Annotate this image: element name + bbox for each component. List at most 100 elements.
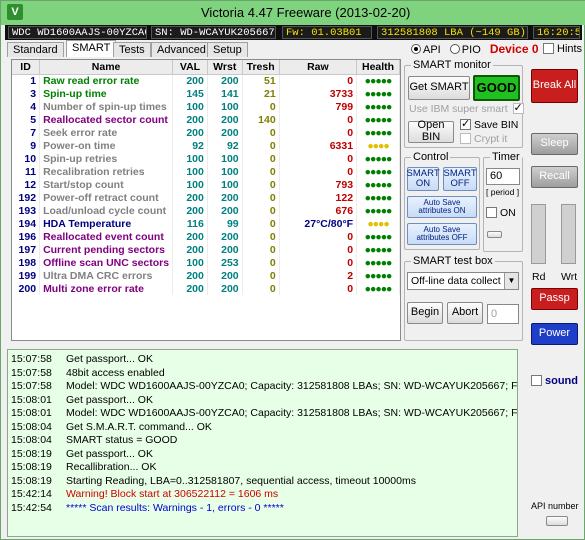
break-all-button[interactable]: Break All: [531, 69, 578, 103]
log-line: 15:08:19 Recallibration... OK: [8, 461, 517, 475]
cell-name: Reallocated event count: [39, 230, 174, 243]
passp-button[interactable]: Passp: [531, 288, 578, 310]
api-radio[interactable]: API: [411, 44, 441, 56]
smart-monitor-legend: SMART monitor: [411, 59, 493, 71]
get-smart-button[interactable]: Get SMART: [408, 76, 470, 100]
table-row[interactable]: 7 Seek error rate 200 200 0 0 ●●●●●: [12, 126, 400, 139]
cell-raw: 6331: [279, 139, 358, 152]
cell-raw: 0: [279, 126, 358, 139]
tab-tests[interactable]: Tests: [113, 42, 151, 57]
cell-tresh: 0: [242, 256, 280, 269]
read-label: Rd: [532, 271, 546, 283]
smart-off-button[interactable]: SMART OFF: [443, 167, 477, 191]
table-row[interactable]: 9 Power-on time 92 92 0 6331 ●●●●: [12, 139, 400, 152]
sound-checkbox[interactable]: sound: [531, 375, 578, 387]
api-number-label: API number: [531, 501, 579, 511]
log-message: Model: WDC WD1600AAJS-00YZCA0; Capacity:…: [66, 380, 518, 392]
cell-wrst: 92: [207, 139, 243, 152]
tab-standard[interactable]: Standard: [7, 42, 64, 57]
smart-attributes-table[interactable]: ID Name VAL Wrst Tresh Raw Health 1 Raw r…: [11, 59, 401, 341]
table-row[interactable]: 200 Multi zone error rate 200 200 0 0 ●●●●●: [12, 282, 400, 295]
open-bin-button[interactable]: Open BIN: [408, 120, 454, 143]
log-time: 15:07:58: [11, 366, 52, 379]
log-line: 15:08:01 Get passport... OK: [8, 394, 517, 408]
pio-radio[interactable]: PIO: [449, 44, 481, 56]
tab-advanced[interactable]: Advanced: [151, 42, 212, 57]
autosave-on-button[interactable]: Auto Save attributes ON: [407, 196, 477, 218]
crypt-it-check-icon: [460, 133, 471, 144]
cell-health: ●●●●: [356, 217, 400, 230]
cell-tresh: 140: [242, 113, 280, 126]
table-row[interactable]: 192 Power-off retract count 200 200 0 122 ●●●●…: [12, 191, 400, 204]
cell-wrst: 200: [207, 282, 243, 295]
smart-on-button[interactable]: SMART ON: [407, 167, 440, 191]
table-row[interactable]: 198 Offline scan UNC sectors 100 253 0 0 ●●●●●: [12, 256, 400, 269]
timer-slider-handle[interactable]: [487, 231, 502, 238]
api-number-slider-handle[interactable]: [546, 516, 568, 526]
use-ibm-checkbox[interactable]: Use IBM super smart: [409, 101, 527, 115]
window-title: Victoria 4.47 Freeware (2013-02-20): [201, 5, 411, 20]
log-lines: 15:07:58 Get passport... OK 15:07:58 48bit …: [8, 350, 517, 515]
cell-id: 193: [12, 204, 41, 217]
pio-radio-icon: [449, 44, 460, 54]
col-header-wrst: Wrst: [207, 60, 243, 75]
abort-test-button[interactable]: Abort: [447, 302, 483, 324]
log-message: Get passport... OK: [66, 393, 153, 406]
timer-on-checkbox[interactable]: ON: [486, 207, 516, 219]
save-bin-checkbox[interactable]: Save BIN: [460, 117, 518, 131]
timer-legend: Timer: [490, 151, 522, 163]
table-row[interactable]: 193 Load/unload cycle count 200 200 0 676 ●●●●…: [12, 204, 400, 217]
table-row[interactable]: 5 Reallocated sector count 200 200 140 0 ●●●●●: [12, 113, 400, 126]
table-row[interactable]: 1 Raw read error rate 200 200 51 0 ●●●●●: [12, 74, 400, 87]
cell-wrst: 99: [207, 217, 243, 230]
tab-setup[interactable]: Setup: [207, 42, 248, 57]
title-bar[interactable]: V Victoria 4.47 Freeware (2013-02-20): [1, 1, 585, 25]
test-type-select[interactable]: Off-line data collect ▼: [407, 272, 519, 290]
col-header-val: VAL: [172, 60, 208, 75]
cell-tresh: 0: [242, 178, 280, 191]
autosave-off-button[interactable]: Auto Save attributes OFF: [407, 223, 477, 245]
sleep-button[interactable]: Sleep: [531, 133, 578, 155]
event-log[interactable]: 15:07:58 Get passport... OK 15:07:58 48bit …: [7, 349, 518, 537]
cell-health: ●●●●●: [356, 87, 400, 100]
cell-id: 197: [12, 243, 41, 256]
table-row[interactable]: 199 Ultra DMA CRC errors 200 200 0 2 ●●●●●: [12, 269, 400, 282]
table-row[interactable]: 11 Recalibration retries 100 100 0 0 ●●●●●: [12, 165, 400, 178]
table-row[interactable]: 3 Spin-up time 145 141 21 3733 ●●●●●: [12, 87, 400, 100]
cell-raw: 0: [279, 113, 358, 126]
table-row[interactable]: 10 Spin-up retries 100 100 0 0 ●●●●●: [12, 152, 400, 165]
cell-tresh: 0: [242, 217, 280, 230]
hints-checkbox[interactable]: Hints: [543, 43, 582, 55]
cell-health: ●●●●●: [356, 191, 400, 204]
cell-tresh: 0: [242, 282, 280, 295]
table-row[interactable]: 194 HDA Temperature 116 99 0 27°C/80°F ●●●●: [12, 217, 400, 230]
log-line: 15:07:58 Model: WDC WD1600AAJS-00YZCA0; C…: [8, 380, 517, 394]
begin-test-button[interactable]: Begin: [407, 302, 443, 324]
tab-smart[interactable]: SMART: [66, 40, 117, 57]
chevron-down-icon[interactable]: ▼: [504, 273, 518, 289]
cell-health: ●●●●●: [356, 126, 400, 139]
cell-name: HDA Temperature: [39, 217, 174, 230]
table-row[interactable]: 196 Reallocated event count 200 200 0 0 ●●●●●: [12, 230, 400, 243]
table-row[interactable]: 12 Start/stop count 100 100 0 793 ●●●●●: [12, 178, 400, 191]
cell-health: ●●●●●: [356, 282, 400, 295]
cell-wrst: 200: [207, 126, 243, 139]
cell-name: Start/stop count: [39, 178, 174, 191]
cell-val: 100: [172, 178, 208, 191]
col-header-tresh: Tresh: [242, 60, 280, 75]
save-bin-check-icon: [460, 117, 471, 130]
table-row[interactable]: 197 Current pending sectors 200 200 0 0 ●●●●●: [12, 243, 400, 256]
recall-button[interactable]: Recall: [531, 166, 578, 188]
table-row[interactable]: 4 Number of spin-up times 100 100 0 799 ●●●●●: [12, 100, 400, 113]
log-line: 15:08:01 Model: WDC WD1600AAJS-00YZCA0; C…: [8, 407, 517, 421]
cell-raw: 799: [279, 100, 358, 113]
cell-name: Current pending sectors: [39, 243, 174, 256]
timer-value-input[interactable]: 60: [486, 168, 520, 185]
drive-capacity: 312581808 LBA (~149 GB): [377, 26, 528, 39]
table-body: 1 Raw read error rate 200 200 51 0 ●●●●● 3 Spin-…: [12, 74, 400, 295]
col-header-health: Health: [356, 60, 400, 75]
log-time: 15:08:19: [11, 461, 52, 473]
cell-wrst: 200: [207, 269, 243, 282]
power-button[interactable]: Power: [531, 323, 578, 345]
crypt-it-checkbox[interactable]: Crypt it: [460, 133, 507, 145]
